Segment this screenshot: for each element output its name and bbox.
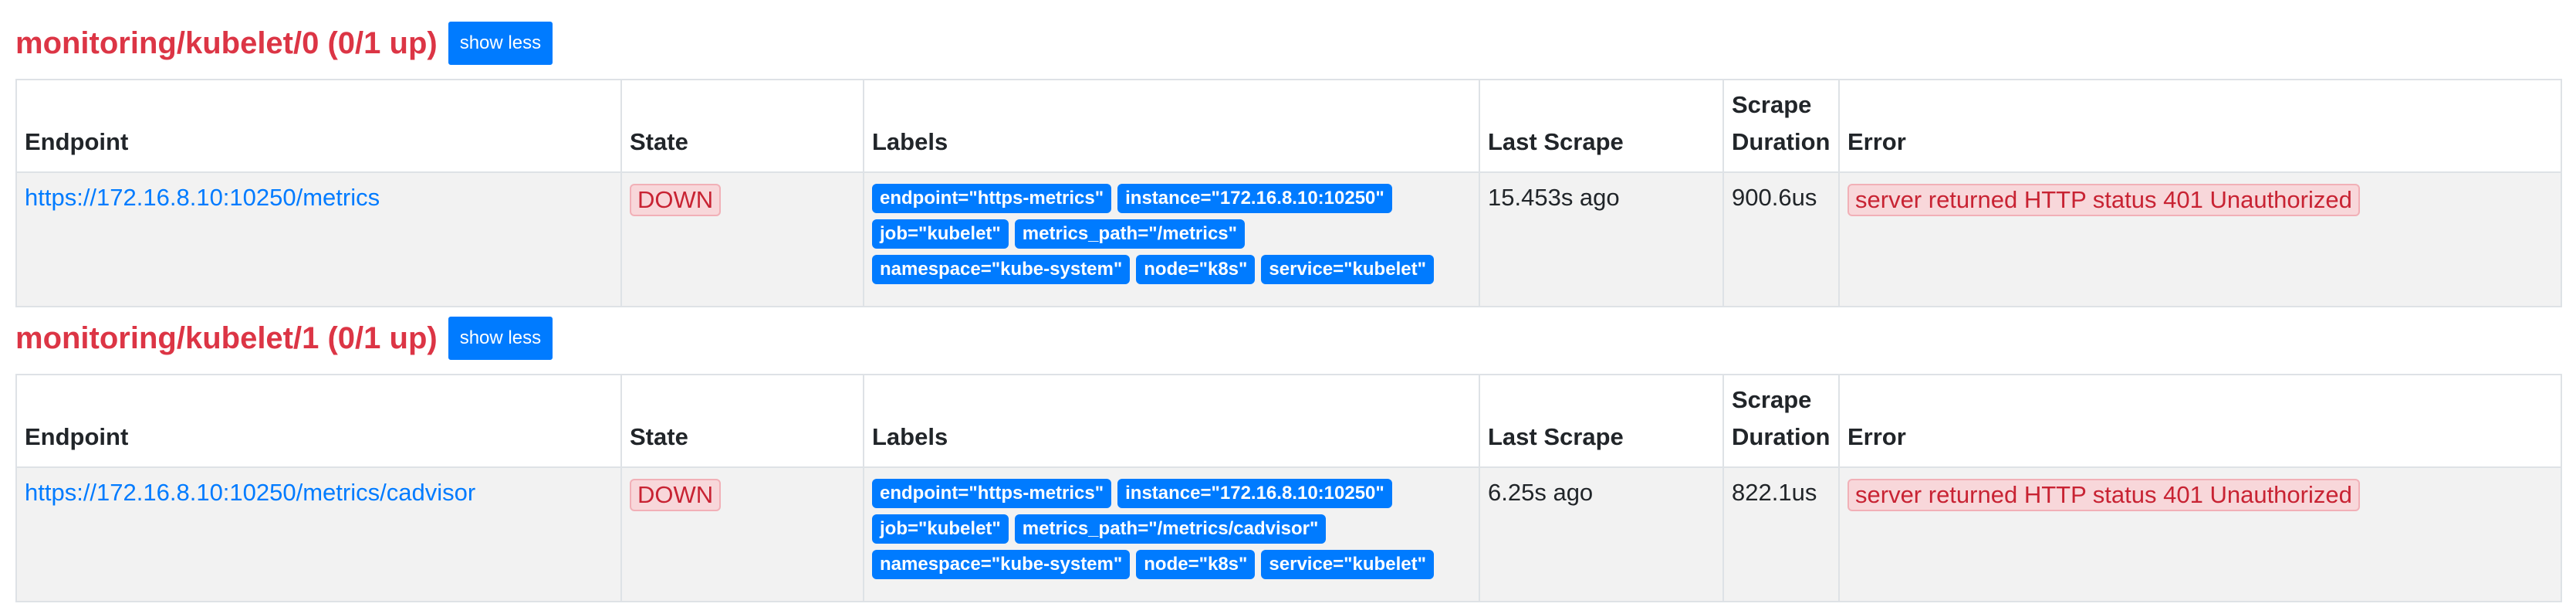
label-badge-namespace: namespace="kube-system": [872, 255, 1131, 284]
job-header: monitoring/kubelet/0 (0/1 up) show less: [15, 22, 2561, 65]
column-header-labels: Labels: [863, 374, 1480, 468]
targets-table: Endpoint State Labels Last Scrape Scrape…: [15, 79, 2562, 307]
error-badge: server returned HTTP status 401 Unauthor…: [1847, 479, 2360, 511]
endpoint-link[interactable]: https://172.16.8.10:10250/metrics/cadvis…: [25, 479, 475, 506]
state-cell: DOWN: [620, 171, 864, 307]
label-badge-instance: instance="172.16.8.10:10250": [1117, 479, 1392, 508]
scrape-duration-cell: 900.6us: [1722, 171, 1840, 307]
state-badge: DOWN: [630, 184, 722, 216]
label-badge-endpoint: endpoint="https-metrics": [872, 184, 1112, 213]
state-cell: DOWN: [620, 466, 864, 602]
label-badge-metrics-path: metrics_path="/metrics": [1014, 219, 1246, 249]
column-header-error: Error: [1838, 374, 2562, 468]
column-header-error: Error: [1838, 79, 2562, 173]
label-badge-endpoint: endpoint="https-metrics": [872, 479, 1112, 508]
duration-header-line2: Duration: [1732, 128, 1831, 155]
column-header-scrape-duration: Scrape Duration: [1722, 79, 1840, 173]
column-header-state: State: [620, 374, 864, 468]
labels-list: endpoint="https-metrics" instance="172.1…: [872, 184, 1471, 284]
label-badge-job: job="kubelet": [872, 514, 1009, 544]
column-header-endpoint: Endpoint: [15, 374, 622, 468]
duration-header-line2: Duration: [1732, 423, 1831, 450]
label-badge-service: service="kubelet": [1261, 255, 1434, 284]
column-header-labels: Labels: [863, 79, 1480, 173]
endpoint-link[interactable]: https://172.16.8.10:10250/metrics: [25, 184, 380, 211]
column-header-endpoint: Endpoint: [15, 79, 622, 173]
error-cell: server returned HTTP status 401 Unauthor…: [1838, 171, 2562, 307]
scrape-header-line1: Scrape: [1732, 386, 1812, 413]
label-badge-service: service="kubelet": [1261, 550, 1434, 579]
last-scrape-cell: 6.25s ago: [1479, 466, 1724, 602]
label-badge-instance: instance="172.16.8.10:10250": [1117, 184, 1392, 213]
last-scrape-cell: 15.453s ago: [1479, 171, 1724, 307]
scrape-header-line1: Scrape: [1732, 91, 1812, 118]
job-section-kubelet-1: monitoring/kubelet/1 (0/1 up) show less …: [15, 317, 2562, 602]
table-row: https://172.16.8.10:10250/metrics/cadvis…: [15, 466, 2562, 602]
error-cell: server returned HTTP status 401 Unauthor…: [1838, 466, 2562, 602]
show-less-button[interactable]: show less: [448, 22, 553, 65]
label-badge-node: node="k8s": [1136, 255, 1256, 284]
job-section-kubelet-0: monitoring/kubelet/0 (0/1 up) show less …: [15, 22, 2562, 307]
show-less-button[interactable]: show less: [448, 317, 553, 360]
targets-page: monitoring/kubelet/0 (0/1 up) show less …: [0, 0, 2576, 607]
column-header-last-scrape: Last Scrape: [1479, 374, 1724, 468]
column-header-state: State: [620, 79, 864, 173]
label-badge-metrics-path: metrics_path="/metrics/cadvisor": [1014, 514, 1327, 544]
state-badge: DOWN: [630, 479, 722, 511]
job-title[interactable]: monitoring/kubelet/1 (0/1 up): [15, 317, 438, 360]
label-badge-namespace: namespace="kube-system": [872, 550, 1131, 579]
column-header-last-scrape: Last Scrape: [1479, 79, 1724, 173]
endpoint-cell: https://172.16.8.10:10250/metrics: [15, 171, 622, 307]
label-badge-job: job="kubelet": [872, 219, 1009, 249]
labels-cell: endpoint="https-metrics" instance="172.1…: [863, 171, 1480, 307]
targets-table: Endpoint State Labels Last Scrape Scrape…: [15, 374, 2562, 602]
endpoint-cell: https://172.16.8.10:10250/metrics/cadvis…: [15, 466, 622, 602]
labels-list: endpoint="https-metrics" instance="172.1…: [872, 479, 1471, 579]
scrape-duration-cell: 822.1us: [1722, 466, 1840, 602]
table-row: https://172.16.8.10:10250/metrics DOWN e…: [15, 171, 2562, 307]
error-badge: server returned HTTP status 401 Unauthor…: [1847, 184, 2360, 216]
labels-cell: endpoint="https-metrics" instance="172.1…: [863, 466, 1480, 602]
table-header-row: Endpoint State Labels Last Scrape Scrape…: [15, 374, 2562, 468]
table-header-row: Endpoint State Labels Last Scrape Scrape…: [15, 79, 2562, 173]
job-title[interactable]: monitoring/kubelet/0 (0/1 up): [15, 22, 438, 65]
job-header: monitoring/kubelet/1 (0/1 up) show less: [15, 317, 2561, 360]
column-header-scrape-duration: Scrape Duration: [1722, 374, 1840, 468]
label-badge-node: node="k8s": [1136, 550, 1256, 579]
